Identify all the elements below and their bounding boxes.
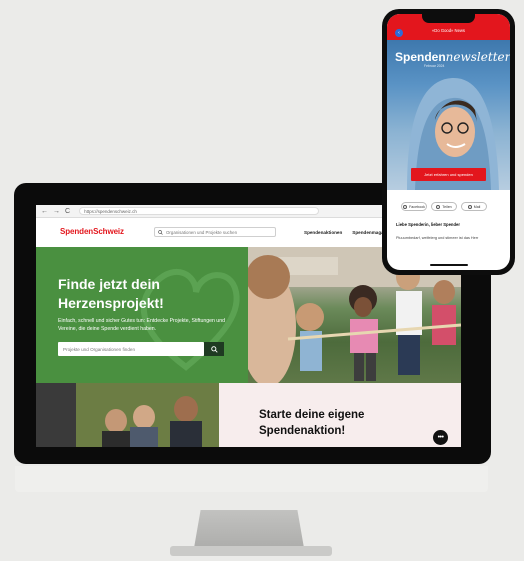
- donate-cta-button[interactable]: Jetzt erfahren und spenden: [411, 168, 486, 181]
- search-icon: [158, 229, 163, 235]
- share-mail-label: Mail: [473, 204, 481, 209]
- phone-header-title: «Do Good» News: [431, 28, 466, 33]
- chat-bubble-icon[interactable]: •••: [433, 430, 448, 445]
- address-bar-text: https://spendenschweiz.ch: [84, 208, 137, 214]
- group-selfie-photo: [36, 383, 219, 447]
- monitor-stand-base: [170, 546, 332, 556]
- search-icon: [210, 345, 218, 353]
- share-button[interactable]: Teilen: [431, 202, 457, 211]
- hero-panel: Finde jetzt dein Herzensprojekt! Einfach…: [36, 247, 248, 383]
- monitor-stand: [194, 510, 304, 548]
- main-nav: Spendenaktionen Spendenmagazi: [304, 230, 387, 235]
- hero-search-input[interactable]: Projekte und Organisationen finden: [58, 342, 204, 356]
- share-label: Teilen: [442, 204, 452, 209]
- hero-search-button[interactable]: [204, 342, 224, 356]
- newsletter-body-text: Pluuumbedarf, welfelerg und stimeer ist …: [396, 236, 479, 240]
- newsletter-title: Spendennewsletter: [395, 50, 510, 64]
- reload-icon[interactable]: C: [65, 208, 70, 215]
- heart-outline-decoration: [140, 268, 240, 371]
- hero-title: Finde jetzt dein Herzensprojekt!: [58, 276, 164, 311]
- hero-search-placeholder: Projekte und Organisationen finden: [63, 346, 136, 352]
- share-icon: [436, 204, 441, 209]
- site-logo[interactable]: SpendenSchweiz: [60, 227, 124, 236]
- share-facebook-button[interactable]: Facebook: [401, 202, 427, 211]
- newsletter-hero: Spendennewsletter Februar 2024 Jetzt erf…: [387, 40, 510, 190]
- address-bar[interactable]: https://spendenschweiz.ch: [79, 207, 320, 215]
- mail-icon: [467, 204, 472, 209]
- newsletter-greeting: Liebe Spenderin, lieber Spender: [396, 222, 460, 227]
- header-search-placeholder: Organisationen und Projekte suchen: [166, 229, 238, 235]
- share-facebook-label: Facebook: [409, 204, 425, 209]
- share-pills: Facebook Teilen Mail: [401, 202, 487, 211]
- facebook-icon: [403, 204, 408, 209]
- monitor-chin: [15, 466, 488, 492]
- back-icon[interactable]: ←: [41, 208, 48, 215]
- share-mail-button[interactable]: Mail: [461, 202, 487, 211]
- home-indicator: [430, 264, 468, 266]
- forward-icon[interactable]: →: [53, 208, 60, 215]
- newsletter-date: Februar 2024: [424, 64, 445, 68]
- smartphone: ‹ «Do Good» News Spendennewsletter Febru…: [382, 9, 515, 275]
- phone-screen: ‹ «Do Good» News Spendennewsletter Febru…: [387, 14, 510, 270]
- hero-subtitle: Einfach, schnell und sicher Gutes tun: E…: [58, 318, 225, 332]
- cta-title: Starte deine eigene Spendenaktion!: [259, 409, 365, 437]
- nav-link-spendenaktionen[interactable]: Spendenaktionen: [304, 230, 342, 235]
- newsletter-title-bold: Spenden: [395, 50, 446, 64]
- phone-notch: [422, 14, 475, 23]
- header-search-input[interactable]: Organisationen und Projekte suchen: [154, 227, 276, 237]
- newsletter-title-italic: newsletter: [445, 50, 510, 64]
- cta-panel: Starte deine eigene Spendenaktion! •••: [219, 383, 461, 447]
- photo-friends-group: [36, 383, 219, 447]
